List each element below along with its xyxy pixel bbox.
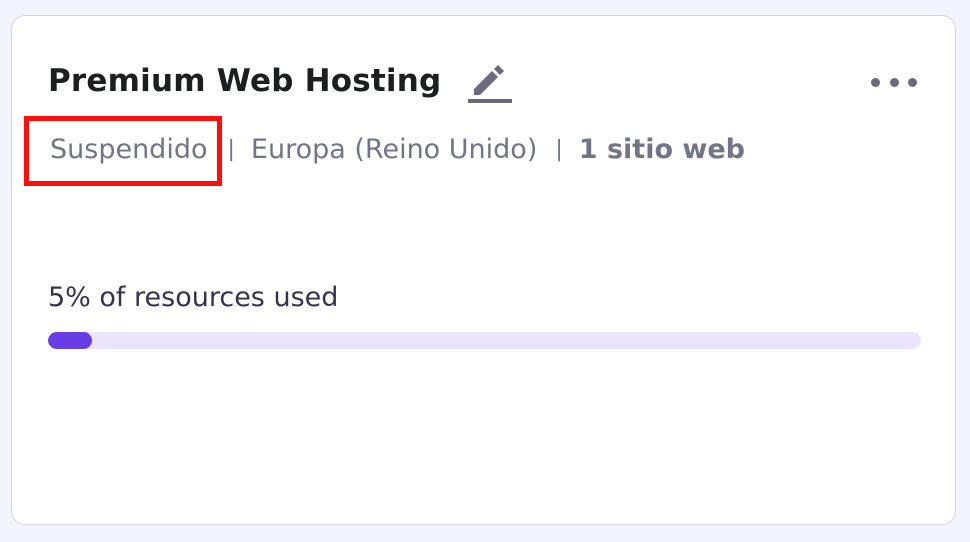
separator: |: [227, 137, 235, 162]
status-container: Suspendido: [24, 116, 222, 186]
more-options-button[interactable]: [871, 74, 917, 90]
plan-meta: Suspendido | Europa (Reino Unido) | 1 si…: [24, 116, 745, 186]
websites-count: 1 sitio web: [578, 134, 745, 165]
resource-usage-label: 5% of resources used: [48, 282, 339, 313]
status-label: Suspendido: [50, 134, 208, 165]
edit-name-button[interactable]: [465, 58, 513, 104]
separator: |: [555, 137, 563, 162]
pencil-icon: [468, 65, 513, 103]
card-header: Premium Web Hosting: [48, 58, 513, 104]
more-horizontal-icon: [871, 77, 880, 87]
region-label: Europa (Reino Unido): [250, 134, 538, 165]
hosting-plan-card: Premium Web Hosting Suspendido | Europa …: [11, 15, 956, 525]
resource-usage-bar: [48, 332, 921, 349]
resource-usage-fill: [48, 332, 92, 349]
plan-title: Premium Web Hosting: [48, 63, 442, 99]
